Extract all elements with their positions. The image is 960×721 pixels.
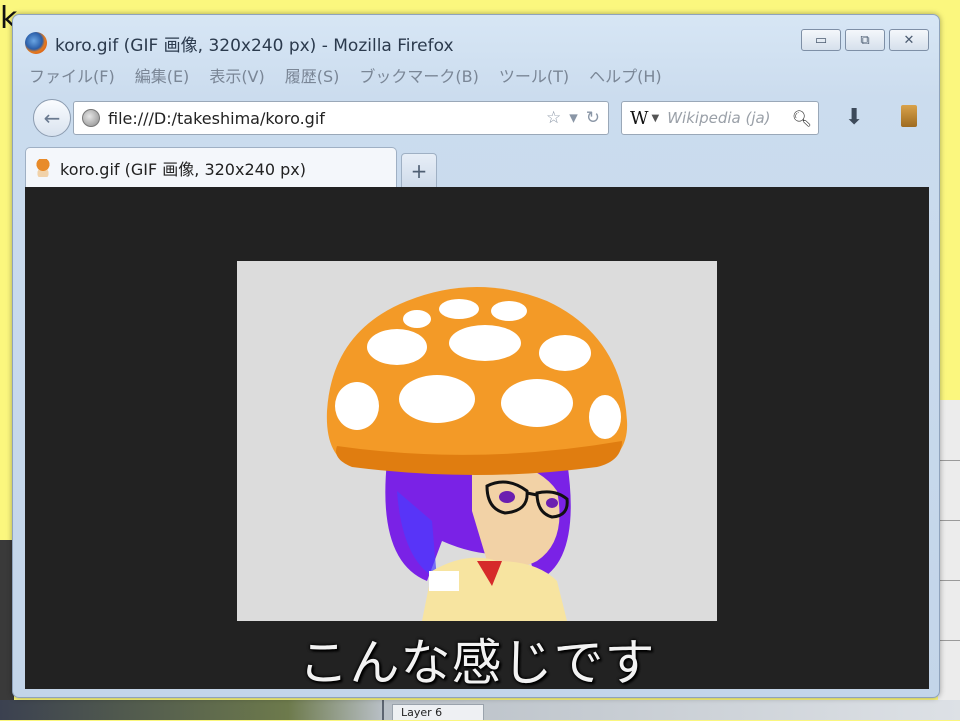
image-favicon-icon xyxy=(36,158,50,177)
url-text[interactable]: file:///D:/takeshima/koro.gif xyxy=(108,109,546,128)
globe-icon xyxy=(82,109,100,127)
tab-koro-gif[interactable]: koro.gif (GIF 画像, 320x240 px) xyxy=(25,147,397,187)
navigation-toolbar: ← file:///D:/takeshima/koro.gif ☆ ▾ ↻ W … xyxy=(27,95,927,141)
browser-window: koro.gif (GIF 画像, 320x240 px) - Mozilla … xyxy=(12,14,940,698)
dropdown-arrow-icon[interactable]: ▾ xyxy=(569,108,578,128)
wikipedia-icon[interactable]: W xyxy=(630,108,649,129)
arrow-left-icon: ← xyxy=(43,106,61,130)
menu-edit[interactable]: 編集(E) xyxy=(135,63,190,87)
background-layer-tab[interactable]: Layer 6 xyxy=(392,704,484,720)
search-input[interactable]: Wikipedia (ja) xyxy=(667,109,791,127)
character-eye-right xyxy=(546,498,558,508)
window-controls: ▭ ⧉ ✕ xyxy=(801,29,929,51)
background-divider xyxy=(382,700,384,720)
character-collar xyxy=(429,571,459,591)
new-tab-button[interactable]: + xyxy=(401,153,437,187)
menu-bar: ファイル(F) 編集(E) 表示(V) 履歴(S) ブックマーク(B) ツール(… xyxy=(29,63,662,87)
menu-history[interactable]: 履歴(S) xyxy=(285,63,340,87)
star-icon[interactable]: ☆ xyxy=(546,108,561,128)
firefox-logo-icon[interactable] xyxy=(25,32,47,54)
menu-help[interactable]: ヘルプ(H) xyxy=(589,63,662,87)
mushroom-cap xyxy=(326,287,628,474)
menu-view[interactable]: 表示(V) xyxy=(209,63,264,87)
tab-label: koro.gif (GIF 画像, 320x240 px) xyxy=(60,159,306,179)
gif-image[interactable] xyxy=(237,261,717,621)
character-eye-left xyxy=(499,491,515,503)
menu-bookmarks[interactable]: ブックマーク(B) xyxy=(359,63,478,87)
search-icon[interactable]: 🔍︎ xyxy=(792,109,812,128)
minimize-button[interactable]: ▭ xyxy=(801,29,841,51)
window-title: koro.gif (GIF 画像, 320x240 px) - Mozilla … xyxy=(55,35,454,56)
chevron-down-icon[interactable]: ▼ xyxy=(652,113,660,124)
title-bar: koro.gif (GIF 画像, 320x240 px) - Mozilla … xyxy=(25,29,454,57)
background-divider xyxy=(940,580,960,581)
menu-file[interactable]: ファイル(F) xyxy=(29,63,115,87)
subtitle-caption: こんな感じです xyxy=(298,634,656,692)
search-box[interactable]: W ▼ Wikipedia (ja) 🔍︎ xyxy=(621,101,819,135)
mushroom-character-illustration xyxy=(326,287,628,621)
image-viewer: こんな感じです xyxy=(25,187,929,692)
menu-tools[interactable]: ツール(T) xyxy=(499,63,569,87)
background-divider xyxy=(940,460,960,461)
close-button[interactable]: ✕ xyxy=(889,29,929,51)
background-divider xyxy=(940,520,960,521)
background-panel-right xyxy=(938,400,960,700)
maximize-button[interactable]: ⧉ xyxy=(845,29,885,51)
reload-icon[interactable]: ↻ xyxy=(586,108,600,128)
bookmarks-icon[interactable] xyxy=(901,105,917,127)
background-divider xyxy=(940,640,960,641)
back-button[interactable]: ← xyxy=(33,99,71,137)
address-bar[interactable]: file:///D:/takeshima/koro.gif ☆ ▾ ↻ xyxy=(73,101,609,135)
download-icon[interactable]: ⬇ xyxy=(845,105,863,130)
